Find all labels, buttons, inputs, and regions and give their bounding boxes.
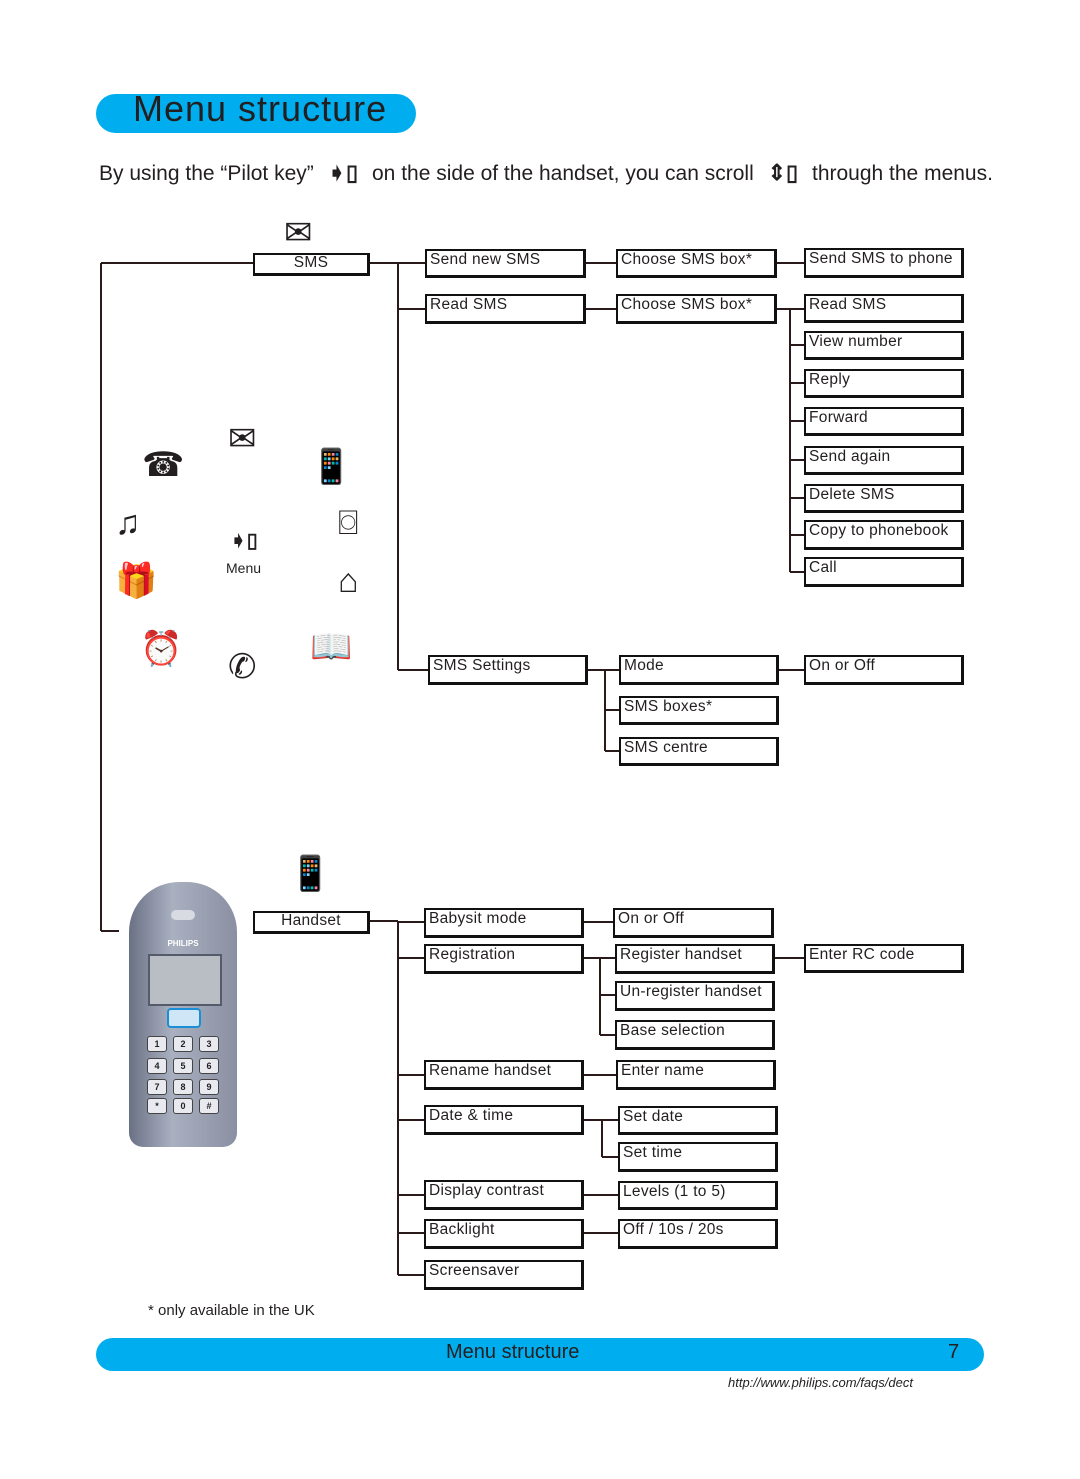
phone-screen bbox=[148, 954, 222, 1006]
menu-set-date[interactable]: Set date bbox=[618, 1106, 778, 1135]
phone-brand: PHILIPS bbox=[167, 939, 199, 948]
menu-send-new-sms[interactable]: Send new SMS bbox=[425, 249, 586, 278]
menu-enter-rc-code[interactable]: Enter RC code bbox=[804, 944, 964, 973]
menu-sms-centre[interactable]: SMS centre bbox=[619, 737, 779, 766]
menu-set-time[interactable]: Set time bbox=[618, 1142, 778, 1172]
menu-send-sms-to-phone[interactable]: Send SMS to phone bbox=[804, 248, 964, 278]
handset-illustration: PHILIPS 1 2 3 4 5 6 7 8 9 * 0 # bbox=[129, 882, 237, 1147]
menu-choose-sms-box-read[interactable]: Choose SMS box* bbox=[616, 294, 777, 324]
menu-screensaver[interactable]: Screensaver bbox=[424, 1260, 584, 1290]
menu-display-contrast[interactable]: Display contrast bbox=[424, 1180, 584, 1210]
menu-read-sms[interactable]: Read SMS bbox=[425, 294, 586, 324]
key: 1 bbox=[147, 1036, 167, 1052]
menu-contrast-levels[interactable]: Levels (1 to 5) bbox=[618, 1181, 778, 1210]
base-settings-icon: ☎ bbox=[142, 446, 185, 484]
menu-view-number[interactable]: View number bbox=[804, 331, 964, 360]
menu-handset[interactable]: Handset bbox=[253, 911, 370, 934]
menu-choose-sms-box[interactable]: Choose SMS box* bbox=[616, 249, 777, 278]
music-icon: ♫ bbox=[115, 504, 141, 542]
menu-unregister-handset[interactable]: Un-register handset bbox=[615, 981, 775, 1011]
key: 6 bbox=[199, 1058, 219, 1074]
key: 2 bbox=[173, 1036, 193, 1052]
handset-settings-icon: 📱 bbox=[289, 855, 332, 893]
menu-babysit-on-off[interactable]: On or Off bbox=[613, 908, 774, 938]
manual-page: Menu structure By using the “Pilot key” … bbox=[0, 0, 1080, 1479]
key: * bbox=[147, 1098, 167, 1114]
menu-enter-name[interactable]: Enter name bbox=[616, 1060, 776, 1090]
pilot-key-icon: ➧▯ bbox=[230, 530, 258, 552]
key: 8 bbox=[173, 1079, 193, 1095]
menu-babysit-mode[interactable]: Babysit mode bbox=[424, 908, 584, 938]
key: 0 bbox=[173, 1098, 193, 1114]
menu-date-time[interactable]: Date & time bbox=[424, 1105, 584, 1135]
earpiece bbox=[171, 910, 195, 920]
menu-copy-to-phonebook[interactable]: Copy to phonebook bbox=[804, 520, 964, 550]
menu-reply[interactable]: Reply bbox=[804, 369, 964, 398]
menu-call[interactable]: Call bbox=[804, 557, 964, 587]
menu-mode[interactable]: Mode bbox=[619, 655, 779, 685]
menu-registration[interactable]: Registration bbox=[424, 944, 584, 974]
answering-machine-icon: ⌼ bbox=[338, 504, 359, 542]
base-phone-icon: ⌂ bbox=[338, 562, 359, 600]
menu-backlight-options[interactable]: Off / 10s / 20s bbox=[618, 1219, 778, 1249]
key: # bbox=[199, 1098, 219, 1114]
menu-register-handset[interactable]: Register handset bbox=[615, 944, 775, 974]
alarm-icon: ⏰ bbox=[140, 630, 183, 668]
envelope-icon: ✉ bbox=[228, 420, 257, 458]
menu-forward[interactable]: Forward bbox=[804, 407, 964, 436]
pilot-key bbox=[167, 1008, 201, 1028]
menu-rename-handset[interactable]: Rename handset bbox=[424, 1060, 584, 1090]
menu-label: Menu bbox=[226, 560, 262, 576]
key: 7 bbox=[147, 1079, 167, 1095]
handset-settings-icon: 📱 bbox=[310, 448, 353, 486]
menu-sms-settings[interactable]: SMS Settings bbox=[428, 655, 588, 685]
gift-icon: 🎁 bbox=[115, 562, 158, 600]
phonebook-icon: 📖 bbox=[310, 628, 353, 666]
menu-sms-boxes[interactable]: SMS boxes* bbox=[619, 696, 779, 725]
tree-connectors bbox=[100, 262, 804, 1276]
key: 5 bbox=[173, 1058, 193, 1074]
call-log-icon: ✆ bbox=[228, 648, 257, 686]
page-number: 7 bbox=[948, 1341, 960, 1363]
key: 3 bbox=[199, 1036, 219, 1052]
footer-url[interactable]: http://www.philips.com/faqs/dect bbox=[728, 1375, 913, 1390]
footnote: * only available in the UK bbox=[148, 1302, 315, 1319]
footer-title: Menu structure bbox=[446, 1341, 580, 1363]
menu-backlight[interactable]: Backlight bbox=[424, 1219, 584, 1249]
menu-base-selection[interactable]: Base selection bbox=[615, 1020, 775, 1050]
key: 4 bbox=[147, 1058, 167, 1074]
menu-send-again[interactable]: Send again bbox=[804, 446, 964, 475]
menu-mode-on-off[interactable]: On or Off bbox=[804, 655, 964, 685]
menu-delete-sms[interactable]: Delete SMS bbox=[804, 484, 964, 513]
menu-sms[interactable]: SMS bbox=[253, 253, 370, 276]
envelope-icon: ✉ bbox=[284, 214, 313, 252]
key: 9 bbox=[199, 1079, 219, 1095]
menu-read-sms-option[interactable]: Read SMS bbox=[804, 294, 964, 323]
